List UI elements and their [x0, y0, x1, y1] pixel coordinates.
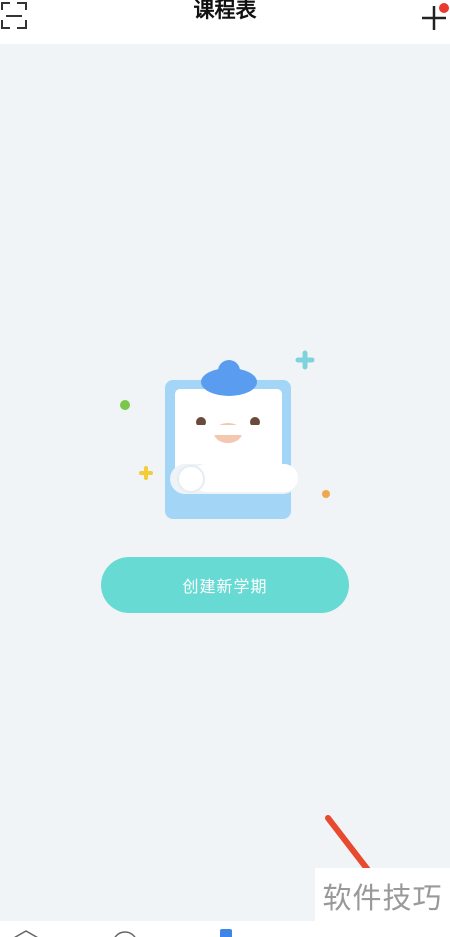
create-semester-button[interactable]: 创建新学期	[101, 557, 349, 613]
page-title: 课程表	[193, 0, 257, 22]
bottom-tab-bar	[0, 921, 450, 937]
watermark: 软件技巧	[315, 868, 450, 923]
add-button[interactable]	[418, 0, 450, 34]
notification-dot	[439, 3, 449, 13]
schedule-icon[interactable]	[216, 929, 236, 937]
discover-icon[interactable]	[110, 929, 140, 937]
home-icon[interactable]	[10, 929, 42, 937]
plus-icon	[422, 3, 449, 30]
top-header: 课程表	[0, 0, 450, 44]
empty-schedule-illustration	[110, 345, 340, 535]
